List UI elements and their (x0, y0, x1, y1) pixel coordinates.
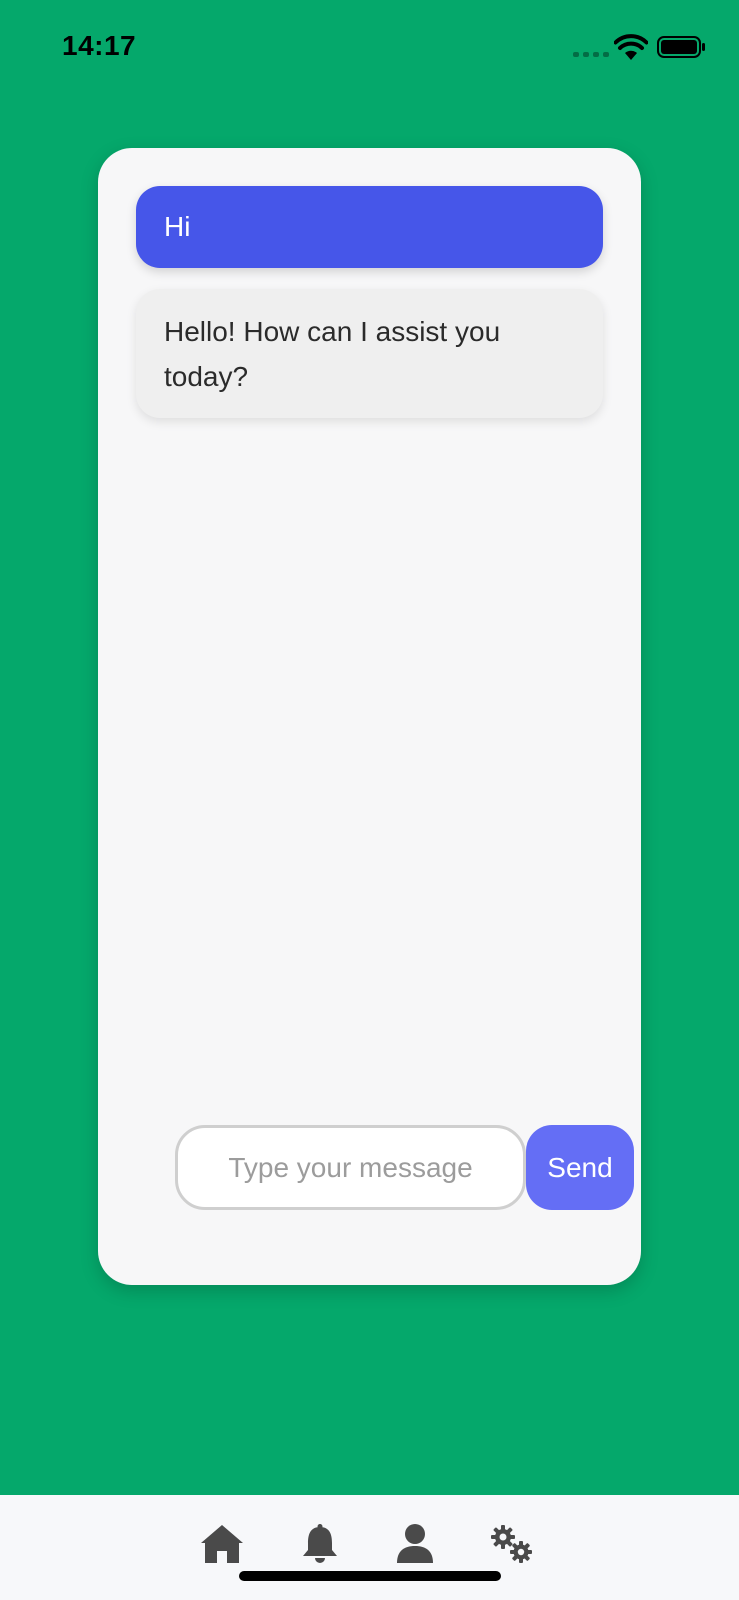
bell-icon[interactable] (297, 1523, 343, 1565)
home-indicator[interactable] (239, 1571, 501, 1581)
message-input[interactable] (175, 1125, 526, 1210)
gears-icon[interactable] (489, 1523, 535, 1565)
user-message-bubble: Hi (136, 186, 603, 268)
assistant-message-bubble: Hello! How can I assist you today? (136, 289, 603, 418)
status-time: 14:17 (62, 30, 137, 61)
cellular-signal-icon (573, 52, 609, 57)
bottom-nav (0, 1495, 739, 1600)
wifi-icon (614, 34, 648, 60)
user-icon[interactable] (392, 1523, 438, 1565)
battery-icon (657, 36, 705, 58)
home-icon[interactable] (199, 1523, 245, 1565)
send-button[interactable]: Send (526, 1125, 634, 1210)
chat-window: Hi Hello! How can I assist you today? Se… (98, 148, 641, 1285)
status-bar: 14:17 (0, 0, 739, 96)
